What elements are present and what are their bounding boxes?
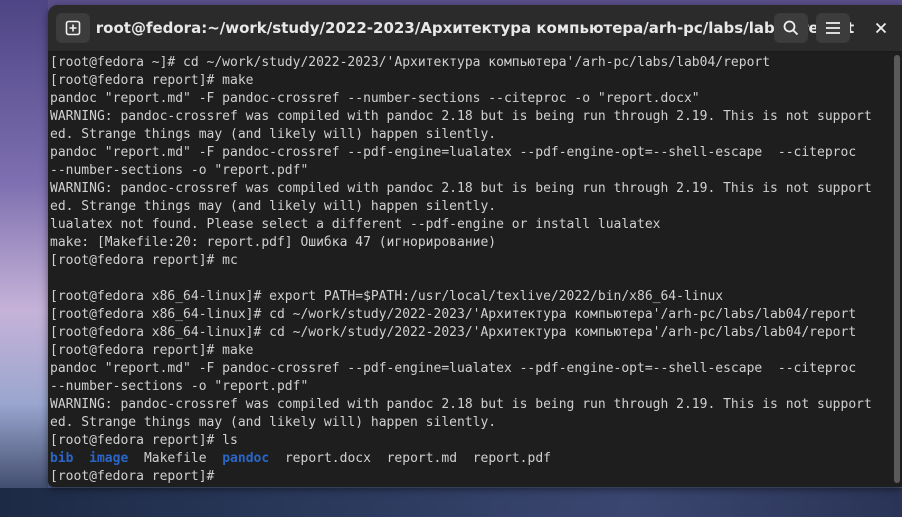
title-bar: root@fedora:~/work/study/2022-2023/Архит… xyxy=(48,5,902,52)
ls-output-line: bib image Makefile pandoc report.docx re… xyxy=(50,450,892,468)
ls-directory-entry: pandoc xyxy=(222,451,270,466)
desktop-wallpaper-bottom xyxy=(0,488,902,517)
scrollbar-thumb[interactable] xyxy=(894,55,900,483)
terminal-line: [root@fedora x86_64-linux]# cd ~/work/st… xyxy=(50,307,857,322)
terminal-window: root@fedora:~/work/study/2022-2023/Архит… xyxy=(48,5,902,487)
prompt-text: [root@fedora report]# xyxy=(50,469,215,484)
terminal-line: [root@fedora report]# make xyxy=(50,343,254,358)
ls-directory-entry: bib xyxy=(50,451,74,466)
terminal-line: --number-sections -o "report.pdf" xyxy=(50,379,309,394)
terminal-line: make: [Makefile:20: report.pdf] Ошибка 4… xyxy=(50,235,497,250)
terminal-line: pandoc "report.md" -F pandoc-crossref --… xyxy=(50,145,857,160)
search-button[interactable] xyxy=(774,13,808,43)
new-tab-icon xyxy=(65,20,81,36)
ls-file-entry: report.pdf xyxy=(472,451,551,466)
ls-file-entry: report.md xyxy=(386,451,458,466)
terminal-line: WARNING: pandoc-crossref was compiled wi… xyxy=(50,397,872,412)
terminal-line: [root@fedora x86_64-linux]# cd ~/work/st… xyxy=(50,325,857,340)
terminal-line: WARNING: pandoc-crossref was compiled wi… xyxy=(50,181,872,196)
terminal-line: ed. Strange things may (and likely will)… xyxy=(50,199,497,214)
desktop-wallpaper-left xyxy=(0,0,48,517)
close-icon xyxy=(875,19,887,38)
scrollbar[interactable] xyxy=(894,55,900,483)
terminal-line: [root@fedora report]# mc xyxy=(50,253,238,268)
close-button[interactable] xyxy=(864,13,898,43)
terminal-line: [root@fedora ~]# cd ~/work/study/2022-20… xyxy=(50,55,771,70)
terminal-line: WARNING: pandoc-crossref was compiled wi… xyxy=(50,109,872,124)
terminal-line: ed. Strange things may (and likely will)… xyxy=(50,415,497,430)
ls-directory-entry: image xyxy=(89,451,129,466)
terminal-line: ed. Strange things may (and likely will)… xyxy=(50,127,497,142)
terminal-line: [root@fedora x86_64-linux]# export PATH=… xyxy=(50,289,724,304)
terminal-line: pandoc "report.md" -F pandoc-crossref --… xyxy=(50,91,700,106)
terminal-output[interactable]: [root@fedora ~]# cd ~/work/study/2022-20… xyxy=(50,54,892,484)
terminal-line: --number-sections -o "report.pdf" xyxy=(50,163,309,178)
ls-file-entry: Makefile xyxy=(143,451,207,466)
terminal-line: lualatex not found. Please select a diff… xyxy=(50,217,661,232)
search-icon xyxy=(783,20,799,36)
ls-file-entry: report.docx xyxy=(284,451,371,466)
terminal-line: [root@fedora report]# ls xyxy=(50,433,238,448)
hamburger-menu-icon xyxy=(825,21,841,35)
menu-button[interactable] xyxy=(816,13,850,43)
prompt-line[interactable]: [root@fedora report]# xyxy=(50,468,892,486)
new-tab-button[interactable] xyxy=(56,13,90,43)
terminal-line: [root@fedora report]# make xyxy=(50,73,254,88)
terminal-line: pandoc "report.md" -F pandoc-crossref --… xyxy=(50,361,857,376)
